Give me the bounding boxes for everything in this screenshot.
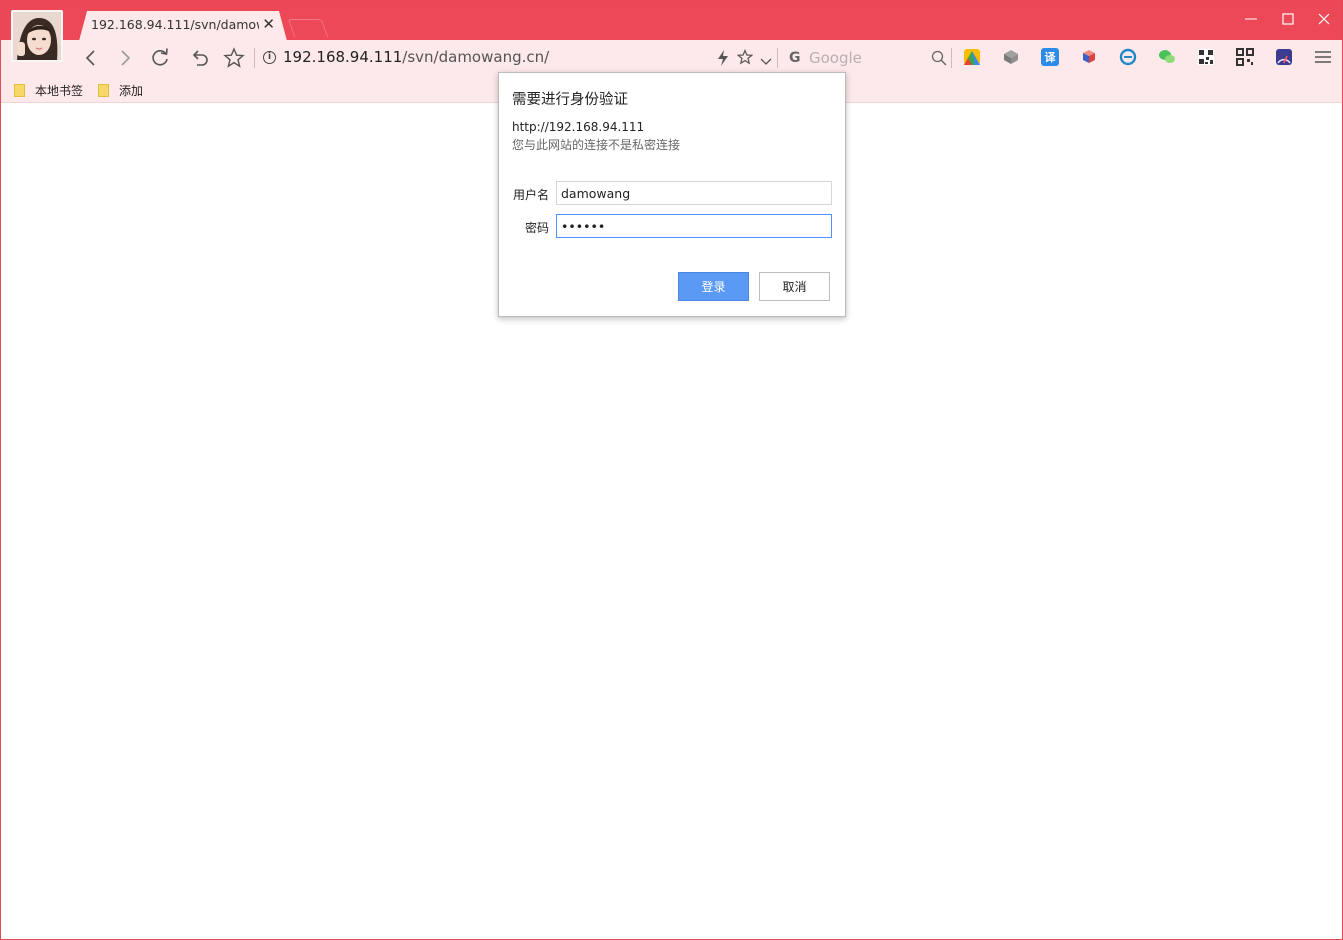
dialog-url: http://192.168.94.111 xyxy=(512,120,645,134)
star-icon xyxy=(223,47,245,68)
url-host: 192.168.94.111 xyxy=(283,48,403,66)
google-logo-icon: G xyxy=(789,50,801,66)
back-arrow-icon xyxy=(85,50,95,66)
toolbar: i 192.168.94.111/svn/damowang.cn/ G Goog… xyxy=(1,40,1342,75)
bookmark-label: 本地书签 xyxy=(35,83,84,98)
address-star-icon[interactable] xyxy=(736,48,754,69)
tab-close-icon[interactable]: ✕ xyxy=(262,16,275,32)
dialog-title: 需要进行身份验证 xyxy=(512,92,628,108)
tab-title: 192.168.94.111/svn/damowang.cn/ xyxy=(91,17,259,32)
address-bar[interactable]: i 192.168.94.111/svn/damowang.cn/ xyxy=(259,44,779,72)
close-icon xyxy=(1318,13,1330,25)
reload-icon xyxy=(152,48,168,66)
url-text[interactable]: 192.168.94.111/svn/damowang.cn/ xyxy=(283,48,549,66)
forward-button[interactable] xyxy=(113,46,137,70)
reload-button[interactable] xyxy=(148,46,172,70)
toolbar-separator xyxy=(777,48,778,68)
toolbar-separator xyxy=(254,48,255,68)
search-box[interactable]: G Google xyxy=(785,44,951,72)
dialog-warning: 您与此网站的连接不是私密连接 xyxy=(512,138,681,152)
new-tab-button[interactable] xyxy=(287,19,329,37)
bookmark-folder-add[interactable]: 添加 xyxy=(98,81,143,99)
maximize-icon xyxy=(1282,13,1294,25)
lightning-mode-icon[interactable] xyxy=(717,50,729,70)
minimize-icon xyxy=(1245,18,1257,20)
bookmark-star-button[interactable] xyxy=(222,46,246,70)
undo-close-button[interactable] xyxy=(188,46,212,70)
speed-dial-icon[interactable] xyxy=(1275,48,1293,66)
title-bar: 192.168.94.111/svn/damowang.cn/ ✕ xyxy=(1,1,1342,62)
maximize-button[interactable] xyxy=(1278,9,1298,29)
close-window-button[interactable] xyxy=(1314,9,1334,29)
url-path: /svn/damowang.cn/ xyxy=(402,48,550,66)
back-button[interactable] xyxy=(79,46,103,70)
wechat-icon[interactable] xyxy=(1158,48,1176,66)
q-extension-icon[interactable] xyxy=(1119,48,1137,66)
site-info-icon[interactable]: i xyxy=(263,51,276,64)
bookmark-label: 添加 xyxy=(119,83,144,98)
active-tab[interactable]: 192.168.94.111/svn/damowang.cn/ ✕ xyxy=(79,11,287,41)
cube-extension-icon[interactable] xyxy=(1002,48,1020,66)
password-label: 密码 xyxy=(524,221,549,235)
search-icon[interactable] xyxy=(931,50,947,70)
google-drive-icon[interactable] xyxy=(963,48,981,66)
user-avatar[interactable] xyxy=(11,10,63,62)
username-label: 用户名 xyxy=(512,188,549,202)
folder-icon xyxy=(14,83,25,97)
dropdown-chevron-icon[interactable] xyxy=(760,52,772,71)
translate-icon[interactable]: 译 xyxy=(1041,48,1059,66)
folder-icon xyxy=(98,83,109,97)
password-field[interactable] xyxy=(556,214,832,238)
box-extension-icon[interactable] xyxy=(1080,48,1098,66)
forward-arrow-icon xyxy=(121,50,131,66)
avatar-image-icon xyxy=(13,12,61,60)
bookmark-folder-local[interactable]: 本地书签 xyxy=(14,81,83,99)
minimize-button[interactable] xyxy=(1241,9,1261,29)
login-button[interactable]: 登录 xyxy=(678,272,749,301)
cancel-button[interactable]: 取消 xyxy=(759,272,830,301)
auth-dialog: 需要进行身份验证 http://192.168.94.111 您与此网站的连接不… xyxy=(498,72,846,317)
undo-icon xyxy=(192,50,208,66)
qr-code-icon[interactable] xyxy=(1197,48,1215,66)
toolbar-separator xyxy=(951,48,952,68)
menu-icon[interactable] xyxy=(1314,48,1332,66)
username-field[interactable] xyxy=(556,181,832,205)
browser-window: 192.168.94.111/svn/damowang.cn/ ✕ xyxy=(0,0,1343,940)
qr-scan-icon[interactable] xyxy=(1236,48,1254,66)
search-placeholder: Google xyxy=(809,49,862,67)
